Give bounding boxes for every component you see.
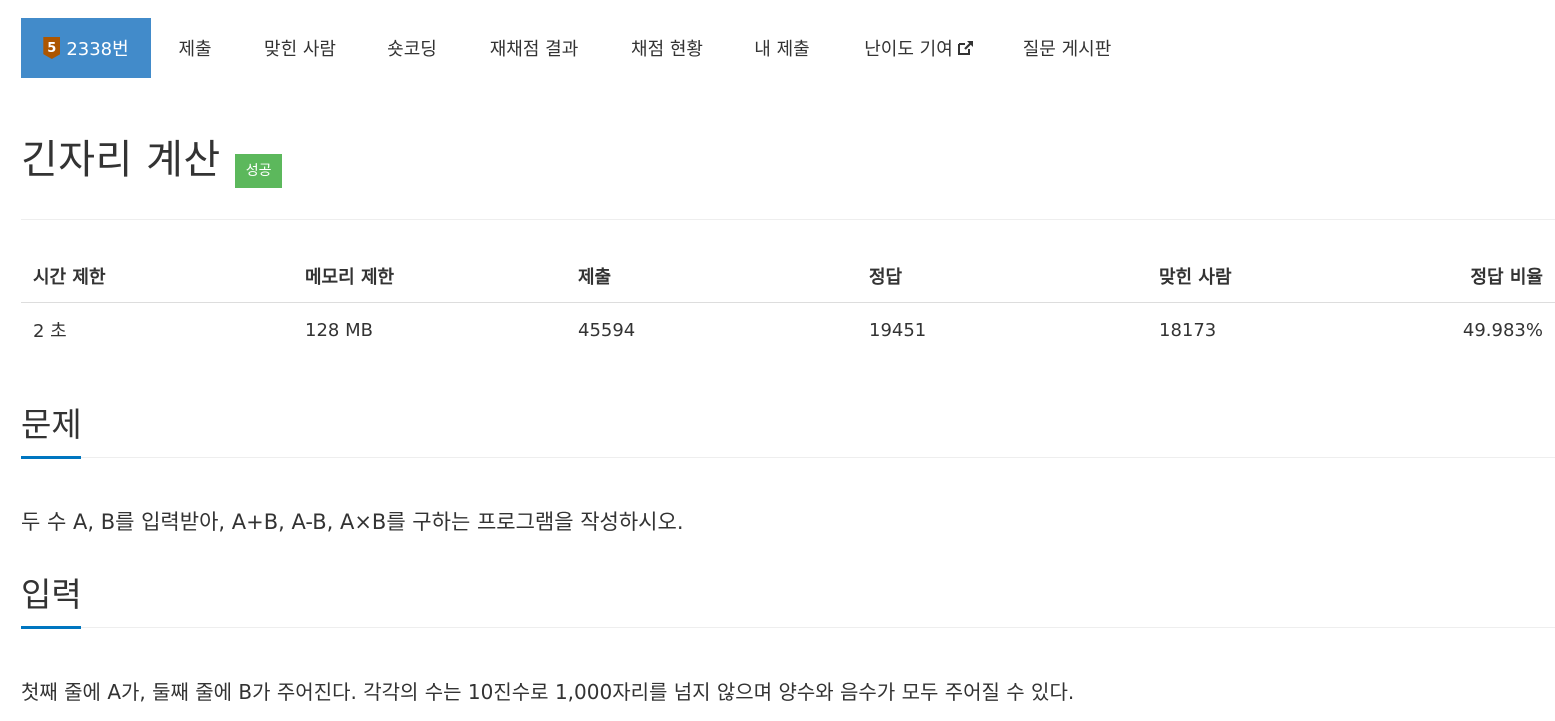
tab-difficulty[interactable]: 난이도 기여 bbox=[835, 18, 1003, 78]
memory-limit-value: 128 MB bbox=[305, 319, 373, 341]
result-badge: 성공 bbox=[234, 154, 283, 188]
section-accent-bar bbox=[21, 626, 81, 629]
bronze-tier-icon: 5 bbox=[43, 37, 61, 59]
solvers-value: 18173 bbox=[1159, 319, 1217, 341]
tab-rejudge[interactable]: 재채점 결과 bbox=[463, 18, 605, 78]
header-submissions: 제출 bbox=[566, 250, 857, 303]
submissions-value: 45594 bbox=[578, 319, 636, 341]
tab-shortcoding[interactable]: 숏코딩 bbox=[361, 18, 463, 78]
tab-submit-label: 제출 bbox=[178, 39, 212, 60]
tab-board[interactable]: 질문 게시판 bbox=[1003, 18, 1131, 78]
tab-submit[interactable]: 제출 bbox=[151, 18, 239, 78]
input-text: 첫째 줄에 A가, 둘째 줄에 B가 주어진다. 각각의 수는 10진수로 1,… bbox=[21, 680, 1075, 704]
problem-title: 긴자리 계산 bbox=[21, 137, 221, 183]
header-memory-limit: 메모리 제한 bbox=[293, 250, 566, 303]
tab-problem-label: 2338번 bbox=[66, 39, 129, 60]
section-accent-bar bbox=[21, 456, 81, 459]
info-value-row: 2 초 128 MB 45594 19451 18173 49.983% bbox=[21, 303, 1555, 358]
accept-ratio-value: 49.983% bbox=[1462, 319, 1543, 341]
section-divider bbox=[21, 627, 1555, 628]
tab-status[interactable]: 채점 현황 bbox=[605, 18, 729, 78]
input-heading: 입력 bbox=[21, 575, 82, 614]
title-divider bbox=[21, 219, 1555, 220]
problem-page: 5 2338번 제출 맞힌 사람 숏코딩 재채점 결과 채점 현황 내 제출 난… bbox=[0, 0, 1555, 721]
accepted-value: 19451 bbox=[869, 319, 927, 341]
tab-board-label: 질문 게시판 bbox=[1022, 39, 1112, 60]
section-divider bbox=[21, 457, 1555, 458]
problem-title-row: 긴자리 계산 성공 bbox=[21, 130, 283, 190]
tab-problem[interactable]: 5 2338번 bbox=[21, 18, 151, 78]
header-solvers: 맞힌 사람 bbox=[1147, 250, 1437, 303]
tab-status-label: 채점 현황 bbox=[631, 39, 703, 60]
header-accepted: 정답 bbox=[857, 250, 1147, 303]
header-accept-ratio: 정답 비율 bbox=[1437, 250, 1555, 303]
description-heading: 문제 bbox=[21, 405, 82, 444]
description-text: 두 수 A, B를 입력받아, A+B, A-B, A×B를 구하는 프로그램을… bbox=[21, 510, 684, 534]
external-link-icon bbox=[957, 40, 974, 56]
input-section-header: 입력 bbox=[21, 570, 1555, 629]
tab-shortcoding-label: 숏코딩 bbox=[387, 39, 437, 60]
problem-info-table: 시간 제한 메모리 제한 제출 정답 맞힌 사람 정답 비율 2 초 128 M… bbox=[21, 250, 1555, 357]
description-section-header: 문제 bbox=[21, 400, 1555, 459]
tab-rejudge-label: 재채점 결과 bbox=[489, 39, 579, 60]
tab-solvers-label: 맞힌 사람 bbox=[264, 39, 336, 60]
tab-difficulty-label: 난이도 기여 bbox=[864, 39, 953, 60]
problem-tabs: 5 2338번 제출 맞힌 사람 숏코딩 재채점 결과 채점 현황 내 제출 난… bbox=[21, 18, 1131, 78]
info-header-row: 시간 제한 메모리 제한 제출 정답 맞힌 사람 정답 비율 bbox=[21, 250, 1555, 303]
time-limit-value: 2 초 bbox=[33, 321, 67, 342]
header-time-limit: 시간 제한 bbox=[21, 250, 293, 303]
tab-my-submissions-label: 내 제출 bbox=[754, 39, 810, 60]
tab-my-submissions[interactable]: 내 제출 bbox=[729, 18, 835, 78]
tab-solvers[interactable]: 맞힌 사람 bbox=[239, 18, 361, 78]
